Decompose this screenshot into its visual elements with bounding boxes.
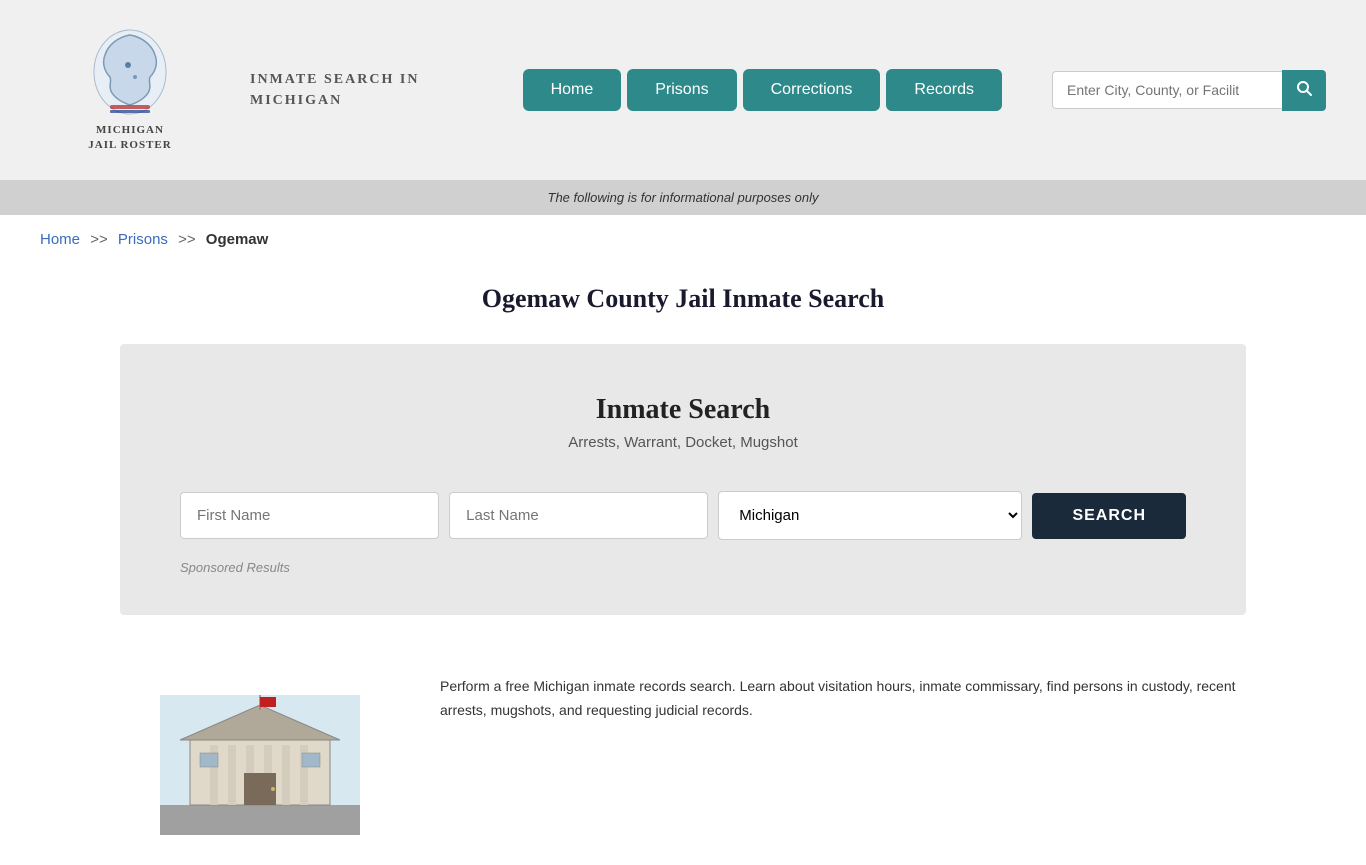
breadcrumb-home-link[interactable]: Home: [40, 231, 80, 248]
bottom-description: Perform a free Michigan inmate records s…: [440, 675, 1246, 723]
breadcrumb-sep1: >>: [90, 231, 108, 248]
header-search-input[interactable]: [1052, 71, 1282, 109]
first-name-input[interactable]: [180, 492, 439, 539]
bottom-section: Perform a free Michigan inmate records s…: [0, 645, 1366, 865]
info-banner: The following is for informational purpo…: [0, 180, 1366, 215]
breadcrumb-sep2: >>: [178, 231, 196, 248]
logo-area: MICHIGAN JAIL ROSTER: [40, 27, 220, 154]
nav-home-button[interactable]: Home: [523, 69, 622, 111]
logo-icon: [90, 27, 170, 117]
breadcrumb-prisons-link[interactable]: Prisons: [118, 231, 168, 248]
header-search-button[interactable]: [1282, 70, 1326, 111]
header: MICHIGAN JAIL ROSTER INMATE SEARCH INMIC…: [0, 0, 1366, 180]
breadcrumb-current: Ogemaw: [206, 231, 269, 248]
header-search-area: [1052, 70, 1326, 111]
nav-records-button[interactable]: Records: [886, 69, 1002, 111]
search-submit-button[interactable]: SEARCH: [1032, 493, 1186, 539]
breadcrumb: Home >> Prisons >> Ogemaw: [0, 215, 1366, 264]
search-box-subtitle: Arrests, Warrant, Docket, Mugshot: [180, 434, 1186, 451]
inmate-search-box: Inmate Search Arrests, Warrant, Docket, …: [120, 344, 1246, 615]
nav-corrections-button[interactable]: Corrections: [743, 69, 881, 111]
building-image: [120, 675, 400, 835]
search-box-title: Inmate Search: [180, 394, 1186, 426]
page-title-section: Ogemaw County Jail Inmate Search: [0, 264, 1366, 344]
search-form: AlabamaAlaskaArizonaArkansasCaliforniaCo…: [180, 491, 1186, 540]
nav-prisons-button[interactable]: Prisons: [627, 69, 736, 111]
last-name-input[interactable]: [449, 492, 708, 539]
site-title: INMATE SEARCH INMICHIGAN: [250, 69, 419, 111]
page-title: Ogemaw County Jail Inmate Search: [40, 284, 1326, 314]
sponsored-results-label: Sponsored Results: [180, 560, 1186, 575]
building-svg: [160, 695, 360, 835]
logo-text: MICHIGAN JAIL ROSTER: [88, 123, 171, 154]
search-icon: [1296, 80, 1312, 96]
state-select[interactable]: AlabamaAlaskaArizonaArkansasCaliforniaCo…: [718, 491, 1022, 540]
nav-bar: Home Prisons Corrections Records: [523, 69, 1002, 111]
